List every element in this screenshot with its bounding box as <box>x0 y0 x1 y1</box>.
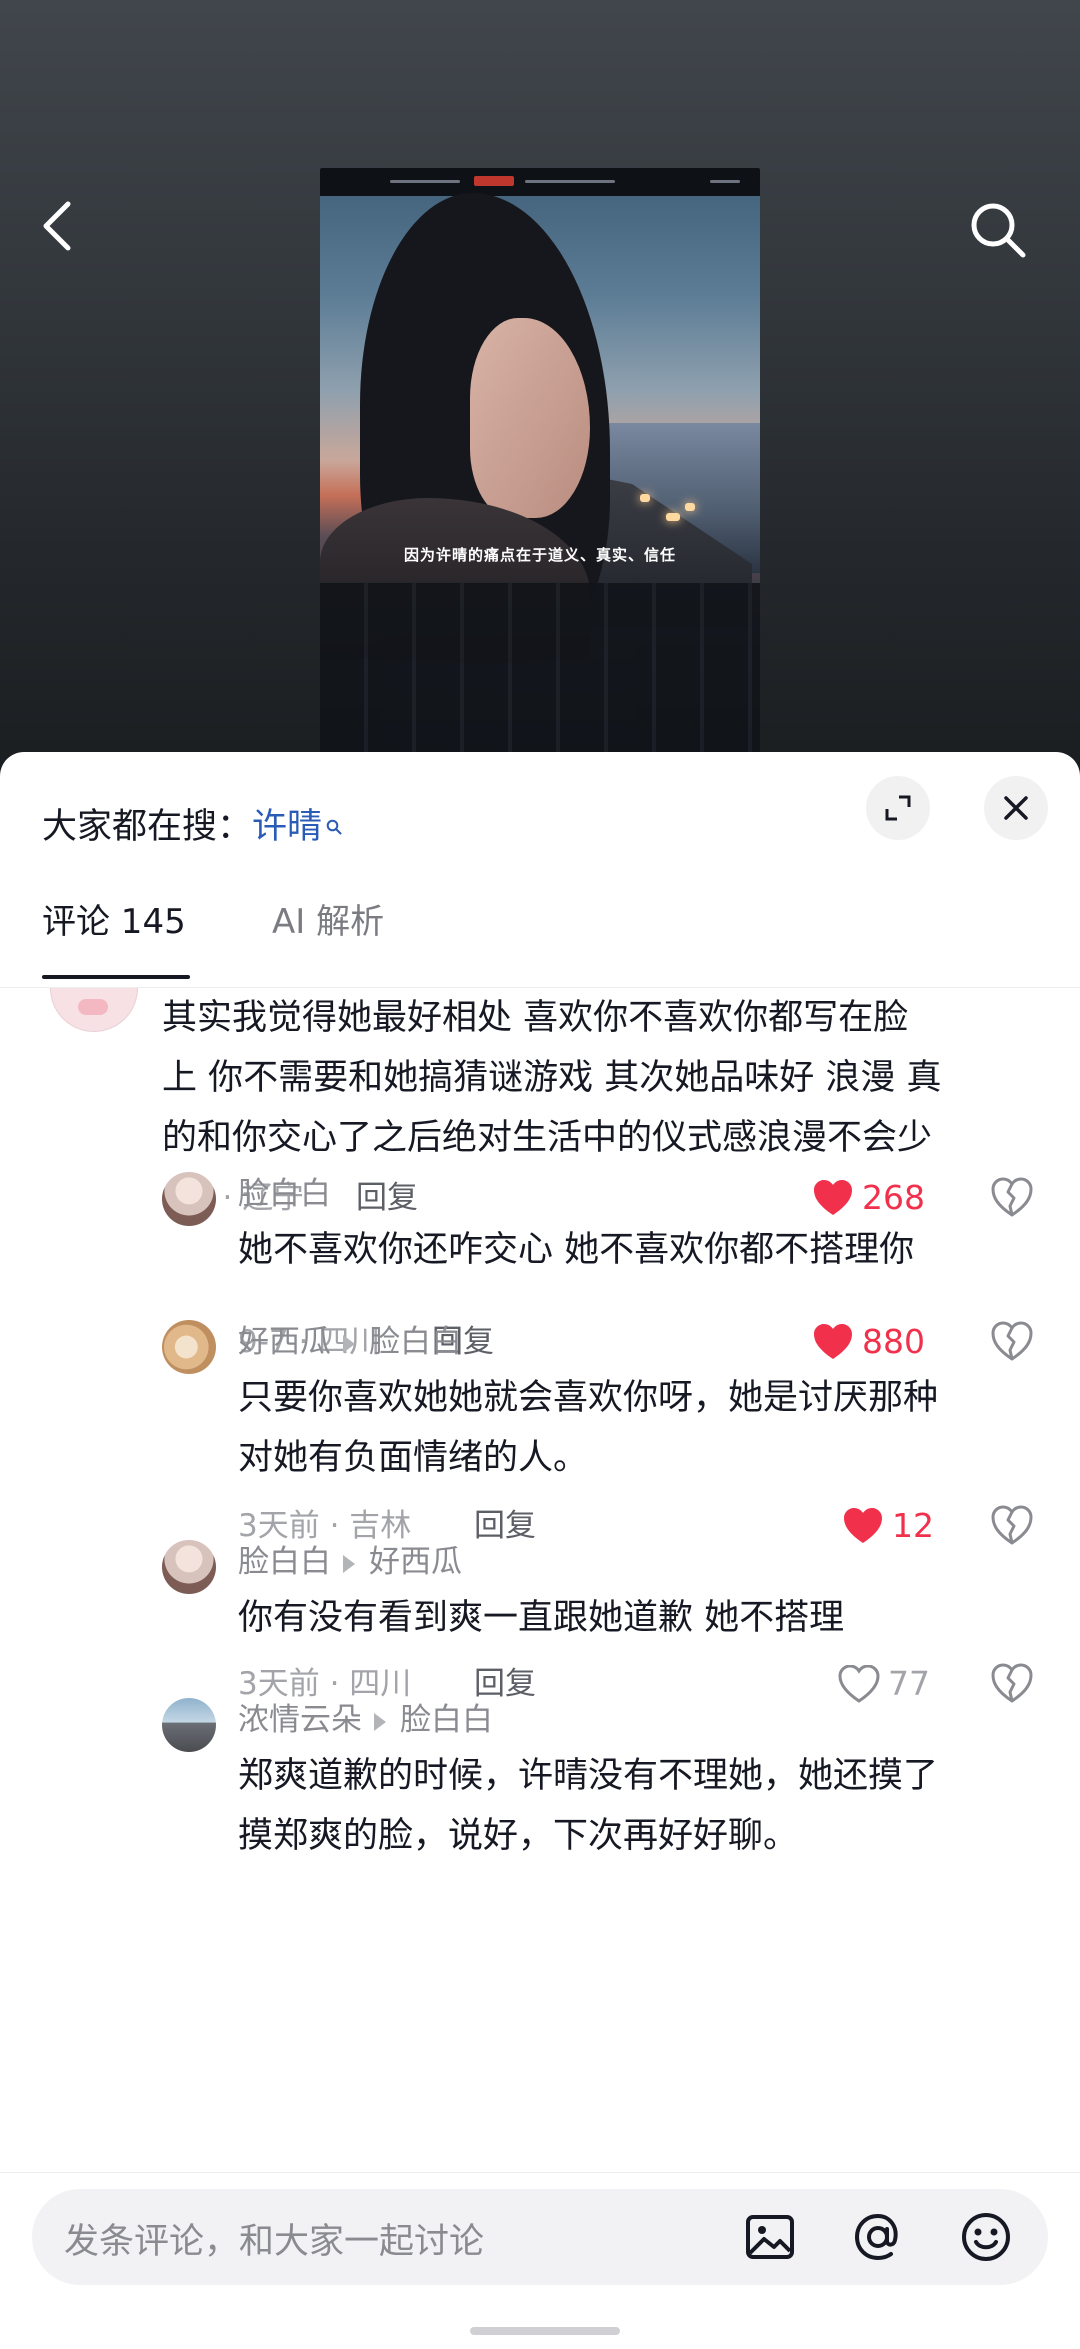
comment-sheet: 大家都在搜：许晴 评论 145 AI 解析 其实我觉得她最好相处 喜欢你不喜欢你… <box>0 752 1080 2349</box>
video-subtitle: 因为许晴的痛点在于道义、真实、信任 <box>403 546 676 564</box>
hot-search-prefix: 大家都在搜： <box>42 807 253 847</box>
avatar[interactable] <box>50 988 138 1032</box>
broken-heart-icon[interactable] <box>990 1320 1034 1362</box>
close-icon <box>1004 796 1028 820</box>
hot-search-bar[interactable]: 大家都在搜：许晴 <box>42 798 342 849</box>
comment-meta: 3天前 · 吉林 <box>238 1508 412 1544</box>
comment-input-placeholder: 发条评论，和大家一起讨论 <box>64 2222 485 2262</box>
comment-input[interactable]: 发条评论，和大家一起讨论 <box>32 2189 1048 2285</box>
avatar[interactable] <box>162 1540 216 1594</box>
video-keyboard <box>320 583 760 753</box>
comment-text: 郑爽道歉的时候，许晴没有不理她，她还摸了 摸郑爽的脸，说好，下次再好好聊。 <box>238 1756 939 1856</box>
like-count: 12 <box>892 1506 934 1545</box>
video-topbar <box>320 168 760 196</box>
reply-button[interactable]: 回复 <box>356 1178 418 1218</box>
comment-username[interactable]: 脸白白 好西瓜 <box>238 1542 462 1582</box>
comment-text: 其实我觉得她最好相处 喜欢你不喜欢你都写在脸 上 你不需要和她搞猜谜游戏 其次她… <box>162 998 942 1158</box>
tab-bar: 评论 145 AI 解析 <box>0 892 1080 992</box>
home-indicator <box>470 2327 620 2335</box>
heart-icon <box>844 1508 882 1543</box>
broken-heart-icon[interactable] <box>990 1176 1034 1218</box>
comment-list[interactable]: 其实我觉得她最好相处 喜欢你不喜欢你都写在脸 上 你不需要和她搞猜谜游戏 其次她… <box>0 988 1080 1878</box>
comment-text: 她不喜欢你还咋交心 她不喜欢你都不搭理你 <box>238 1230 915 1270</box>
comment-meta: 3天前 · 四川 <box>238 1666 412 1702</box>
search-icon <box>971 203 1026 258</box>
tab-comments[interactable]: 评论 145 <box>42 892 186 952</box>
like-count: 880 <box>862 1322 925 1361</box>
image-icon[interactable] <box>742 2209 798 2265</box>
back-button[interactable] <box>40 200 74 256</box>
expand-icon <box>885 795 911 821</box>
comment-text: 你有没有看到爽一直跟她道歉 她不搭理 <box>238 1598 845 1638</box>
comment-text: 只要你喜欢她她就会喜欢你呀，她是讨厌那种 对她有负面情绪的人。 <box>238 1378 939 1478</box>
comment-username[interactable]: 脸白白 <box>238 1174 331 1214</box>
like-count: 77 <box>888 1664 930 1703</box>
like-button[interactable]: 12 <box>842 1506 934 1546</box>
like-button[interactable]: 880 <box>812 1322 925 1362</box>
broken-heart-icon[interactable] <box>990 1504 1034 1546</box>
reply-button[interactable]: 回复 <box>474 1506 536 1546</box>
video-player[interactable]: 因为许晴的痛点在于道义、真实、信任 <box>320 168 760 753</box>
comment-username[interactable]: 浓情云朵 脸白白 <box>238 1700 493 1740</box>
heart-icon <box>814 1180 852 1215</box>
search-button[interactable] <box>968 200 1028 264</box>
reply-arrow-icon <box>374 1712 386 1731</box>
comment-username[interactable]: 好西瓜 脸白白 <box>238 1322 462 1362</box>
comment-input-bar: 发条评论，和大家一起讨论 <box>0 2172 1080 2349</box>
heart-icon <box>838 1665 880 1703</box>
emoji-icon[interactable] <box>958 2209 1014 2265</box>
search-icon <box>326 804 342 844</box>
avatar[interactable] <box>162 1698 216 1752</box>
reply-arrow-icon <box>343 1334 355 1353</box>
like-count: 268 <box>862 1178 925 1217</box>
hot-search-keyword[interactable]: 许晴 <box>252 807 322 847</box>
reply-arrow-icon <box>343 1554 355 1573</box>
like-button[interactable]: 268 <box>812 1178 925 1218</box>
reply-button[interactable]: 回复 <box>474 1664 536 1704</box>
avatar[interactable] <box>162 1172 216 1226</box>
heart-icon <box>814 1324 852 1359</box>
at-icon[interactable] <box>850 2209 906 2265</box>
broken-heart-icon[interactable] <box>990 1662 1034 1704</box>
chevron-left-icon <box>43 201 71 251</box>
close-button[interactable] <box>984 776 1048 840</box>
avatar[interactable] <box>162 1320 216 1374</box>
expand-button[interactable] <box>866 776 930 840</box>
active-tab-indicator <box>42 975 190 979</box>
tab-ai-analysis[interactable]: AI 解析 <box>272 892 384 952</box>
like-button[interactable]: 77 <box>838 1664 930 1704</box>
